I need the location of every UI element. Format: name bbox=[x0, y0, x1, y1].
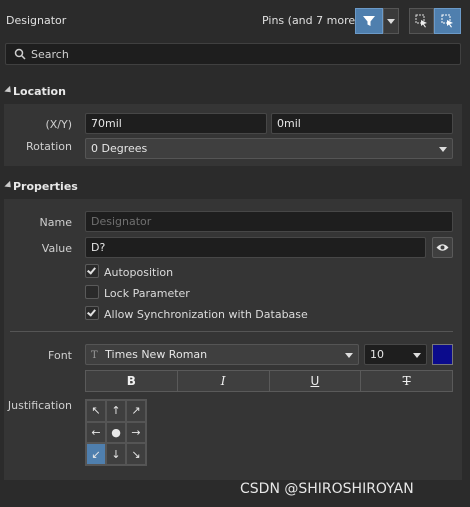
underline-button[interactable]: U bbox=[269, 371, 362, 391]
font-size-dropdown[interactable]: 10 bbox=[364, 344, 427, 365]
font-type-icon: T bbox=[91, 350, 98, 361]
justify-top-right-button[interactable]: ↗ bbox=[126, 400, 146, 422]
search-placeholder: Search bbox=[31, 48, 69, 61]
filter-icon bbox=[363, 16, 375, 26]
select-cursor-icon bbox=[415, 14, 427, 28]
divider bbox=[10, 331, 453, 332]
panel-header: Designator Pins (and 7 more) bbox=[0, 0, 470, 40]
select-objects-button[interactable] bbox=[409, 8, 434, 34]
justify-middle-right-button[interactable]: → bbox=[126, 421, 146, 444]
location-section-header[interactable]: Location bbox=[0, 81, 470, 103]
xy-label: (X/Y) bbox=[45, 118, 72, 131]
value-field[interactable]: D? bbox=[85, 237, 426, 258]
cursor-select-icon bbox=[441, 14, 453, 28]
filter-summary: Pins (and 7 more) bbox=[262, 14, 360, 27]
bold-button[interactable]: B bbox=[86, 371, 178, 391]
allow-sync-label: Allow Synchronization with Database bbox=[104, 308, 308, 321]
autoposition-checkbox[interactable] bbox=[85, 264, 99, 278]
font-dropdown[interactable]: T Times New Roman bbox=[85, 344, 359, 365]
chevron-down-icon bbox=[413, 353, 421, 358]
justification-grid: ↖ ↑ ↗ ← ● → ↙ ↓ ↘ bbox=[85, 399, 147, 466]
select-mask-button[interactable] bbox=[434, 8, 461, 34]
name-label: Name bbox=[39, 216, 72, 229]
y-field[interactable]: 0mil bbox=[271, 113, 453, 134]
chevron-down-icon bbox=[345, 353, 353, 358]
rotation-label: Rotation bbox=[25, 140, 72, 153]
italic-button[interactable]: I bbox=[177, 371, 270, 391]
value-label: Value bbox=[41, 242, 72, 255]
checkmark-icon bbox=[87, 307, 96, 317]
filter-dropdown-button[interactable] bbox=[383, 8, 399, 34]
justify-bottom-left-button[interactable]: ↙ bbox=[86, 443, 106, 465]
lock-parameter-checkbox[interactable] bbox=[85, 285, 99, 299]
lock-parameter-label: Lock Parameter bbox=[104, 287, 190, 300]
name-field[interactable]: Designator bbox=[85, 211, 453, 232]
font-size-value: 10 bbox=[370, 348, 384, 361]
eye-icon bbox=[436, 244, 449, 251]
location-section-label: Location bbox=[13, 85, 66, 98]
justify-middle-left-button[interactable]: ← bbox=[86, 421, 106, 444]
rotation-value: 0 Degrees bbox=[91, 142, 148, 155]
justify-top-center-button[interactable]: ↑ bbox=[106, 400, 126, 422]
justify-bottom-right-button[interactable]: ↘ bbox=[126, 443, 146, 465]
chevron-down-icon bbox=[439, 147, 447, 152]
rotation-dropdown[interactable]: 0 Degrees bbox=[85, 138, 453, 159]
search-input[interactable]: Search bbox=[5, 43, 461, 65]
visibility-toggle-button[interactable] bbox=[432, 237, 453, 258]
watermark: CSDN @SHIROSHIROYAN bbox=[240, 481, 414, 497]
checkmark-icon bbox=[87, 265, 96, 275]
search-icon bbox=[14, 48, 26, 60]
properties-section-header[interactable]: Properties bbox=[0, 176, 470, 198]
x-field[interactable]: 70mil bbox=[85, 113, 267, 134]
font-color-swatch[interactable] bbox=[432, 344, 453, 365]
font-label: Font bbox=[48, 349, 72, 362]
allow-sync-checkbox[interactable] bbox=[85, 306, 99, 320]
font-value: Times New Roman bbox=[105, 348, 208, 361]
text-style-bar: B I U T bbox=[85, 370, 453, 392]
panel-title: Designator bbox=[6, 14, 67, 27]
justify-top-left-button[interactable]: ↖ bbox=[86, 400, 106, 422]
justify-bottom-center-button[interactable]: ↓ bbox=[106, 443, 126, 465]
justification-label: Justification bbox=[7, 399, 72, 412]
autoposition-label: Autoposition bbox=[104, 266, 174, 279]
chevron-down-icon bbox=[387, 18, 395, 24]
properties-section-label: Properties bbox=[13, 180, 78, 193]
filter-button[interactable] bbox=[355, 8, 383, 34]
strikethrough-button[interactable]: T bbox=[361, 371, 452, 391]
justify-center-button[interactable]: ● bbox=[106, 421, 126, 444]
